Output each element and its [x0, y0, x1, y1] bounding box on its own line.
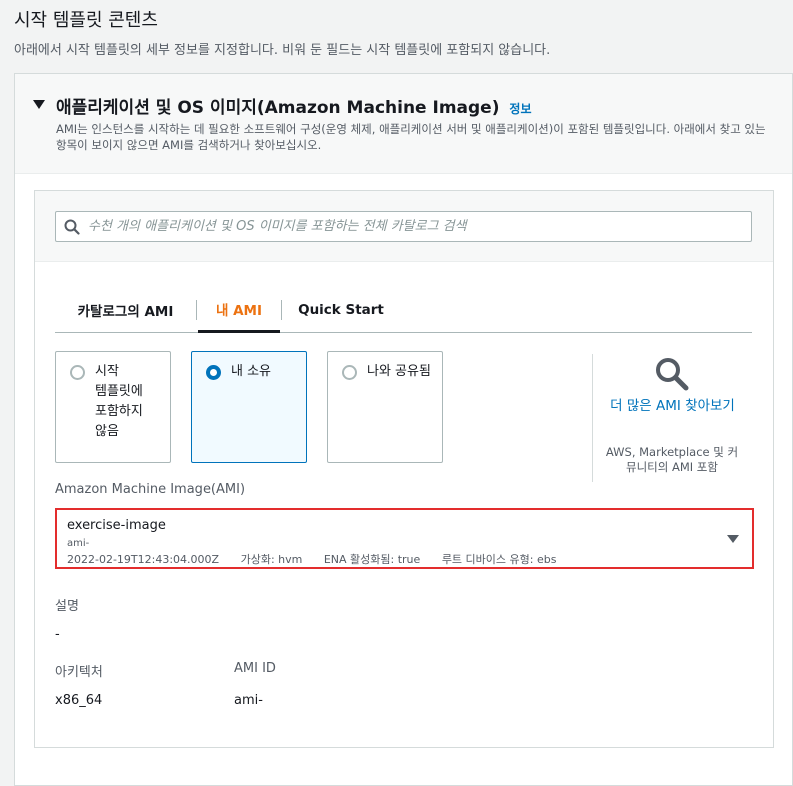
search-box[interactable] — [55, 211, 752, 242]
option-label: 나와 공유됨 — [367, 364, 431, 379]
tab-my-ami[interactable]: 내 AMI — [198, 287, 280, 333]
ami-name: exercise-image — [67, 518, 166, 533]
dropdown-arrow-icon — [727, 535, 739, 543]
ami-root-device: 루트 디바이스 유형: ebs — [441, 553, 557, 566]
ami-virtualization: 가상화: hvm — [240, 553, 303, 566]
collapse-caret-icon[interactable] — [33, 100, 45, 109]
ami-select[interactable]: exercise-image ami- 2022-02-19T12:43:04.… — [55, 508, 754, 569]
description-label: 설명 — [55, 599, 79, 614]
ami-id-value: ami- — [234, 693, 263, 708]
panel-header: 애플리케이션 및 OS 이미지(Amazon Machine Image) 정보… — [15, 74, 792, 174]
ami-created-date: 2022-02-19T12:43:04.000Z — [67, 553, 220, 566]
ami-tabs: 카탈로그의 AMI 내 AMI Quick Start — [55, 287, 752, 333]
ami-id: ami- — [67, 538, 90, 549]
ami-field-label: Amazon Machine Image(AMI) — [55, 482, 246, 497]
tab-quick-start[interactable]: Quick Start — [282, 287, 400, 333]
section-title-text: 애플리케이션 및 OS 이미지(Amazon Machine Image) — [56, 98, 500, 118]
ami-container: 카탈로그의 AMI 내 AMI Quick Start 시작 템플릿에 포함하지… — [34, 190, 774, 748]
search-area — [35, 191, 773, 262]
search-input[interactable] — [88, 212, 743, 241]
radio-not-included[interactable] — [70, 365, 85, 380]
tab-catalog-ami[interactable]: 카탈로그의 AMI — [55, 287, 196, 333]
vertical-divider — [592, 354, 593, 482]
option-label: 시작 템플릿에 포함하지 않음 — [95, 364, 143, 439]
page-title: 시작 템플릿 콘텐츠 — [14, 10, 158, 31]
section-description: AMI는 인스턴스를 시작하는 데 필요한 소프트웨어 구성(운영 체제, 애플… — [56, 122, 766, 152]
ami-metadata: 2022-02-19T12:43:04.000Z 가상화: hvm ENA 활성… — [67, 551, 574, 567]
magnifier-icon[interactable] — [655, 357, 689, 391]
radio-owned-by-me[interactable] — [206, 365, 221, 380]
search-icon — [64, 219, 80, 235]
section-title: 애플리케이션 및 OS 이미지(Amazon Machine Image) 정보 — [56, 93, 532, 118]
ami-id-label: AMI ID — [234, 661, 276, 676]
browse-more-ami-link[interactable]: 더 많은 AMI 찾아보기 — [605, 396, 740, 416]
description-value: - — [55, 627, 60, 642]
info-link[interactable]: 정보 — [509, 102, 531, 116]
ami-ena: ENA 활성화됨: true — [323, 553, 421, 566]
option-not-included[interactable]: 시작 템플릿에 포함하지 않음 — [55, 351, 171, 463]
ami-panel: 애플리케이션 및 OS 이미지(Amazon Machine Image) 정보… — [14, 73, 793, 786]
browse-description: AWS, Marketplace 및 커뮤니티의 AMI 포함 — [605, 445, 739, 474]
option-shared-with-me[interactable]: 나와 공유됨 — [327, 351, 443, 463]
radio-shared-with-me[interactable] — [342, 365, 357, 380]
architecture-value: x86_64 — [55, 693, 103, 708]
tab-separator — [196, 300, 197, 320]
page-description: 아래에서 시작 템플릿의 세부 정보를 지정합니다. 비워 둔 필드는 시작 템… — [14, 43, 551, 58]
option-owned-by-me[interactable]: 내 소유 — [191, 351, 307, 463]
architecture-label: 아키텍처 — [55, 665, 103, 680]
option-label: 내 소유 — [231, 364, 272, 379]
